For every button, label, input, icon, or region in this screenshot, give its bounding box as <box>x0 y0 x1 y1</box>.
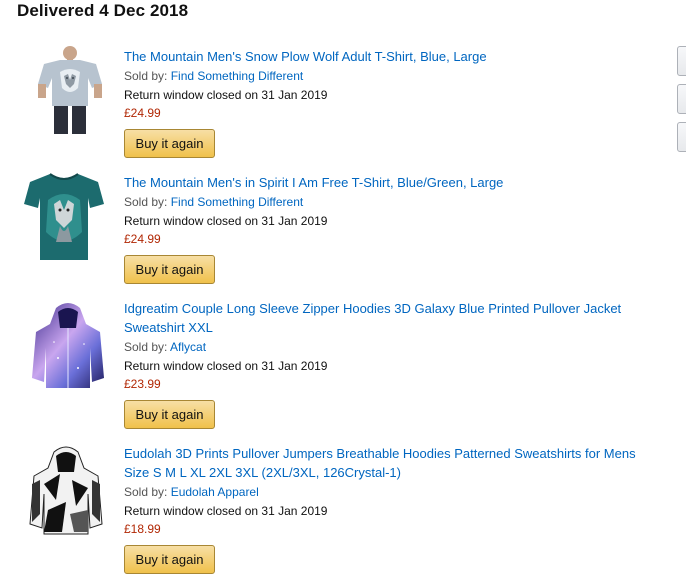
sold-by-label: Sold by: <box>124 69 168 83</box>
seller-link[interactable]: Find Something Different <box>171 69 304 83</box>
item-price: £24.99 <box>124 106 161 120</box>
return-window-text: Return window closed on 31 Jan 2019 <box>124 88 328 102</box>
item-price: £18.99 <box>124 522 161 536</box>
return-window-text: Return window closed on 31 Jan 2019 <box>124 214 328 228</box>
delivery-heading: Delivered 4 Dec 2018 <box>17 1 189 20</box>
item-price: £24.99 <box>124 232 161 246</box>
order-page: Delivered 4 Dec 2018 The Mountain Men's … <box>0 0 686 586</box>
teal-wolf-tshirt-image[interactable] <box>24 170 104 262</box>
galaxy-hoodie-image[interactable] <box>28 298 108 390</box>
sold-by-line: Sold by: Aflycat <box>124 339 206 355</box>
sold-by-label: Sold by: <box>124 195 168 209</box>
side-action-button-2[interactable] <box>677 84 686 114</box>
item-title[interactable]: The Mountain Men's in Spirit I Am Free T… <box>124 173 664 192</box>
side-action-button-3[interactable] <box>677 122 686 152</box>
item-price: £23.99 <box>124 377 161 391</box>
return-window-text: Return window closed on 31 Jan 2019 <box>124 359 328 373</box>
buy-it-again-button[interactable]: Buy it again <box>124 255 215 284</box>
seller-link[interactable]: Aflycat <box>170 340 206 354</box>
sold-by-line: Sold by: Find Something Different <box>124 194 303 210</box>
sold-by-label: Sold by: <box>124 485 168 499</box>
buy-it-again-button[interactable]: Buy it again <box>124 545 215 574</box>
buy-it-again-button[interactable]: Buy it again <box>124 400 215 429</box>
buy-it-again-button[interactable]: Buy it again <box>124 129 215 158</box>
seller-link[interactable]: Find Something Different <box>171 195 304 209</box>
grey-wolf-tshirt-image[interactable] <box>30 44 110 136</box>
sold-by-line: Sold by: Eudolah Apparel <box>124 484 259 500</box>
return-window-text: Return window closed on 31 Jan 2019 <box>124 504 328 518</box>
item-title-line2[interactable]: Sweatshirt XXL <box>124 318 664 337</box>
item-title[interactable]: Idgreatim Couple Long Sleeve Zipper Hood… <box>124 299 664 337</box>
sold-by-label: Sold by: <box>124 340 168 354</box>
item-title[interactable]: The Mountain Men's Snow Plow Wolf Adult … <box>124 47 664 66</box>
item-title[interactable]: Eudolah 3D Prints Pullover Jumpers Breat… <box>124 444 664 482</box>
item-title-line2[interactable]: Size S M L XL 2XL 3XL (2XL/3XL, 126Cryst… <box>124 463 664 482</box>
geometric-hoodie-image[interactable] <box>26 444 106 536</box>
sold-by-line: Sold by: Find Something Different <box>124 68 303 84</box>
item-title-line1[interactable]: Eudolah 3D Prints Pullover Jumpers Breat… <box>124 444 664 463</box>
seller-link[interactable]: Eudolah Apparel <box>171 485 259 499</box>
side-action-button-1[interactable] <box>677 46 686 76</box>
item-title-line1[interactable]: Idgreatim Couple Long Sleeve Zipper Hood… <box>124 299 664 318</box>
